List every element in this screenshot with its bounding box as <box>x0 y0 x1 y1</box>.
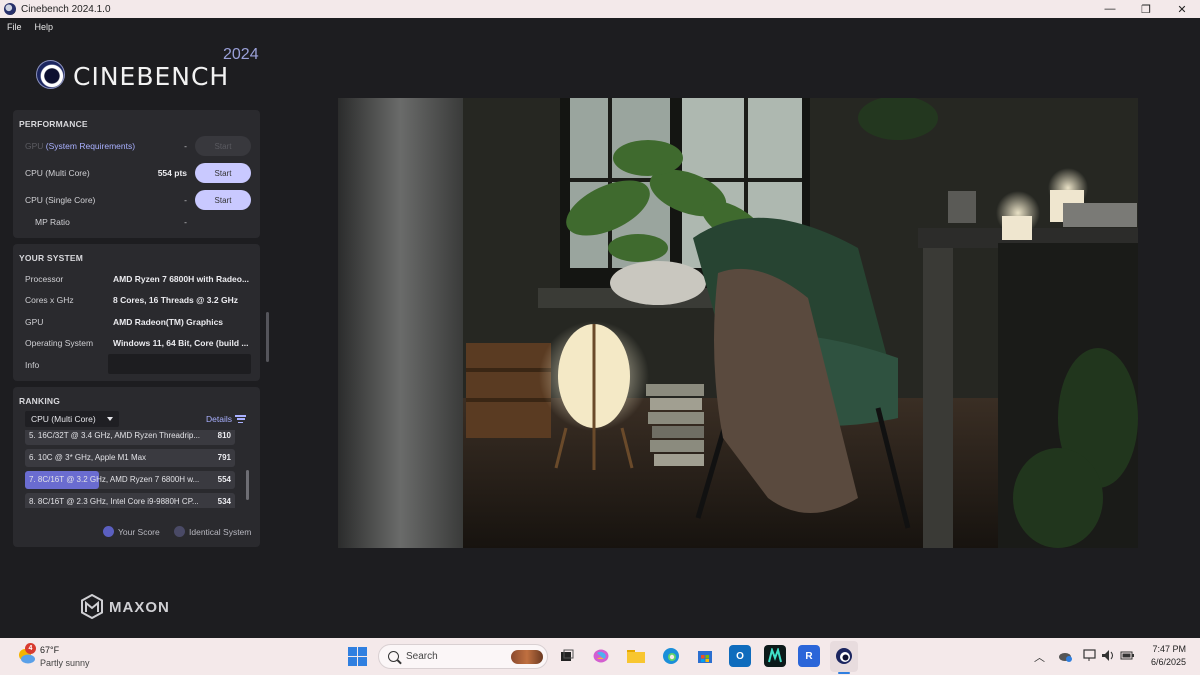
rank-item-6[interactable]: 6. 10C @ 3* GHz, Apple M1 Max 791 <box>25 449 235 467</box>
cpu-single-score: - <box>184 195 187 205</box>
rendered-room-scene <box>338 98 1138 548</box>
menu-file[interactable]: File <box>7 22 22 32</box>
filter-icon[interactable] <box>235 415 246 424</box>
legend-your-score: Your Score <box>103 526 160 537</box>
system-requirements-link[interactable]: (System Requirements) <box>46 141 135 151</box>
system-row-gpu: GPU AMD Radeon(TM) Graphics <box>25 317 224 327</box>
rank-item-8[interactable]: 8. 8C/16T @ 2.3 GHz, Intel Core i9-9880H… <box>25 493 235 508</box>
display-icon[interactable] <box>1083 649 1097 662</box>
cpu-multi-start-button[interactable]: Start <box>195 163 251 183</box>
copilot-icon[interactable] <box>590 645 612 667</box>
cinebench-app-icon <box>4 3 16 15</box>
your-system-panel: YOUR SYSTEM Processor AMD Ryzen 7 6800H … <box>13 244 260 381</box>
your-system-title: YOUR SYSTEM <box>19 253 84 263</box>
cinebench-sphere-icon <box>36 60 65 89</box>
rank-item-7-your-score[interactable]: 7. 8C/16T @ 3.2 GHz, AMD Ryzen 7 6800H w… <box>25 471 235 489</box>
task-view-icon[interactable] <box>556 645 578 667</box>
menu-bar: File Help <box>0 18 1200 36</box>
ranking-scrollbar[interactable] <box>246 470 249 500</box>
chevron-down-icon <box>107 417 113 421</box>
legend-identical-system: Identical System <box>174 526 251 537</box>
show-hidden-icons-chevron-icon[interactable]: ︿ <box>1034 649 1045 665</box>
battery-icon[interactable] <box>1120 650 1135 661</box>
outlook-icon[interactable]: O <box>729 645 751 667</box>
search-highlight-icon <box>511 650 543 664</box>
logo-year: 2024 <box>223 46 259 63</box>
logo-word: CINEBENCH <box>73 62 230 91</box>
r-app-icon[interactable]: R <box>798 645 820 667</box>
ranking-title: RANKING <box>19 396 61 406</box>
cpu-multi-label: CPU (Multi Core) <box>25 168 90 178</box>
search-icon <box>388 651 399 662</box>
file-explorer-icon[interactable] <box>625 645 647 667</box>
ranking-test-dropdown[interactable]: CPU (Multi Core) <box>25 411 119 427</box>
maxon-logo: MAXON <box>81 594 191 620</box>
taskbar-search[interactable]: Search <box>378 644 548 669</box>
clock-date: 6/6/2025 <box>1150 657 1186 667</box>
mp-ratio-label: MP Ratio <box>35 217 70 227</box>
cpu-single-start-button[interactable]: Start <box>195 190 251 210</box>
cpu-multi-score: 554 pts <box>157 168 187 178</box>
sidebar-scrollbar[interactable] <box>266 312 269 362</box>
menu-help[interactable]: Help <box>35 22 54 32</box>
performance-title: PERFORMANCE <box>19 119 88 129</box>
microsoft-store-icon[interactable] <box>694 645 716 667</box>
rank-item-5[interactable]: 5. 16C/32T @ 3.4 GHz, AMD Ryzen Threadri… <box>25 430 235 445</box>
render-viewport <box>338 98 1138 548</box>
taskbar: 4 67°F Partly sunny Search O R ︿ 7:47 PM… <box>0 638 1200 675</box>
volume-icon[interactable] <box>1101 649 1115 662</box>
close-button[interactable]: ✕ <box>1164 0 1200 18</box>
title-bar: Cinebench 2024.1.0 — ❐ ✕ <box>0 0 1200 18</box>
taskbar-clock[interactable]: 7:47 PM 6/6/2025 <box>1140 644 1186 667</box>
weather-desc[interactable]: Partly sunny <box>40 658 90 668</box>
cinebench-logo: CINEBENCH 2024 <box>36 46 266 98</box>
weather-badge: 4 <box>25 643 36 654</box>
identical-system-dot-icon <box>174 526 185 537</box>
weather-temp[interactable]: 67°F <box>40 645 59 655</box>
system-row-processor: Processor AMD Ryzen 7 6800H with Radeo..… <box>25 274 250 284</box>
maxon-mark-icon <box>81 594 103 619</box>
minimize-button[interactable]: — <box>1092 0 1128 18</box>
info-input[interactable] <box>108 354 251 374</box>
ranking-panel: RANKING CPU (Multi Core) Details 5. 16C/… <box>13 387 260 547</box>
gpu-score: - <box>184 141 187 151</box>
mp-ratio-value: - <box>184 217 187 227</box>
maxon-word: MAXON <box>109 599 170 616</box>
system-row-cores: Cores x GHz 8 Cores, 16 Threads @ 3.2 GH… <box>25 295 238 305</box>
performance-panel: PERFORMANCE GPU (System Requirements) - … <box>13 110 260 238</box>
cpu-single-label: CPU (Single Core) <box>25 195 96 205</box>
restore-button[interactable]: ❐ <box>1128 0 1164 18</box>
gpu-label: GPU <box>25 141 44 151</box>
cinebench-taskbar-icon[interactable] <box>833 645 855 667</box>
window-title: Cinebench 2024.1.0 <box>21 3 111 15</box>
start-windows-icon[interactable] <box>348 647 367 666</box>
gpu-start-button[interactable]: Start <box>195 136 251 156</box>
clock-time: 7:47 PM <box>1152 644 1186 654</box>
nvidia-style-app-icon[interactable] <box>764 645 786 667</box>
your-score-dot-icon <box>103 526 114 537</box>
perf-row-mp-ratio: MP Ratio - <box>13 212 260 232</box>
ranking-list: 5. 16C/32T @ 3.4 GHz, AMD Ryzen Threadri… <box>25 430 247 508</box>
edge-browser-icon[interactable] <box>660 645 682 667</box>
details-link[interactable]: Details <box>206 414 232 424</box>
system-row-os: Operating System Windows 11, 64 Bit, Cor… <box>25 338 249 348</box>
cloud-sync-icon[interactable] <box>1058 650 1072 662</box>
